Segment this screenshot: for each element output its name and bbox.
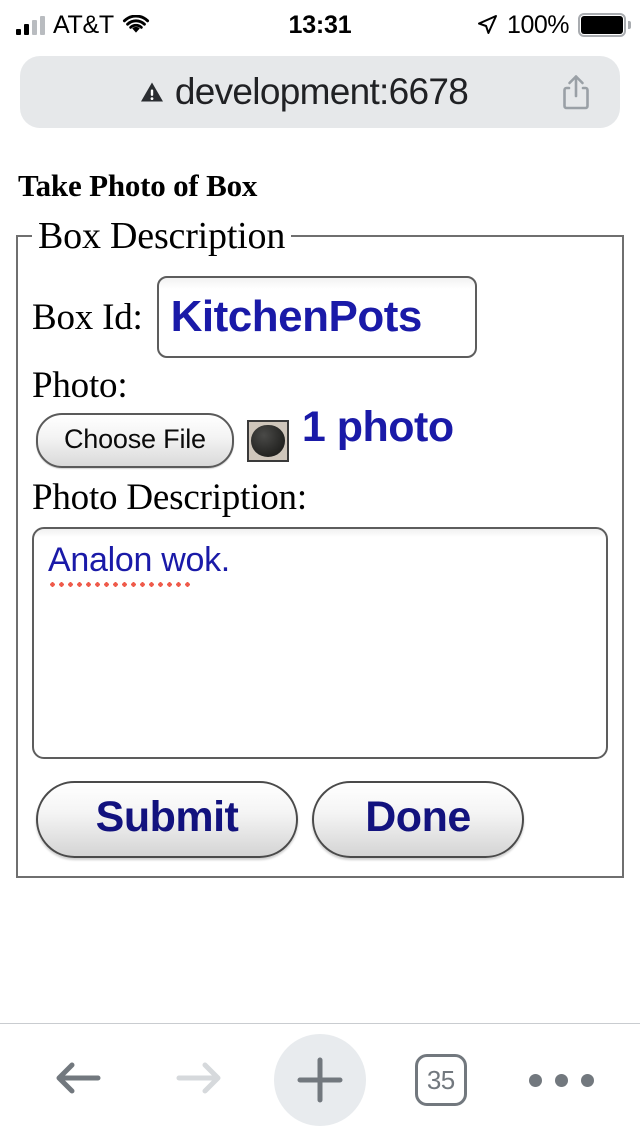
address-bar-content: development:6678 [140,71,469,113]
new-tab-button[interactable] [273,1034,366,1126]
photo-row: Choose File 1 photo [32,402,608,468]
wok-photo-thumbnail[interactable] [246,419,289,462]
address-bar[interactable]: development:6678 [20,56,620,128]
box-id-input[interactable]: KitchenPots [156,276,477,358]
more-button[interactable] [516,1034,608,1126]
box-description-fieldset: Box Description Box Id: KitchenPots Phot… [16,214,624,878]
choose-file-button[interactable]: Choose File [36,413,234,468]
browser-address-area: development:6678 [0,50,640,198]
status-bar-right: 100% [476,0,631,50]
photo-label: Photo: [32,365,128,406]
photo-count-label: 1 photo [301,402,454,451]
browser-bottom-toolbar: 35 [0,1023,640,1136]
tabs-button[interactable]: 35 [395,1034,487,1126]
forward-button[interactable] [153,1034,245,1126]
insecure-warning-icon [140,81,164,103]
back-button[interactable] [32,1034,124,1126]
share-icon[interactable] [560,74,592,110]
page-title: Take Photo of Box [18,168,258,203]
box-id-row: Box Id: KitchenPots [32,276,608,358]
submit-button[interactable]: Submit [36,781,298,858]
plus-icon [273,1034,366,1126]
url-text: development:6678 [174,71,469,112]
more-dots-icon [529,1073,595,1087]
form-actions: Submit Done [32,781,608,858]
forward-arrow-icon [171,1054,227,1107]
web-page-content: Take Photo of Box Box Description Box Id… [0,148,640,1023]
photo-description-label: Photo Description: [32,477,307,518]
photo-description-value: Analon wok. [48,541,230,587]
box-id-value: KitchenPots [170,292,423,341]
spellcheck-underline [48,582,190,587]
back-arrow-icon [50,1054,106,1107]
status-bar: AT&T 13:31 100% [0,0,640,50]
tab-count-label: 35 [414,1054,467,1106]
battery-full-icon [578,13,631,37]
location-arrow-icon [476,14,498,36]
done-button[interactable]: Done [312,781,524,858]
fieldset-legend: Box Description [38,215,286,257]
photo-description-textarea[interactable]: Analon wok. [32,527,608,759]
battery-percent-label: 100% [507,10,569,39]
box-id-label: Box Id: [32,296,143,338]
